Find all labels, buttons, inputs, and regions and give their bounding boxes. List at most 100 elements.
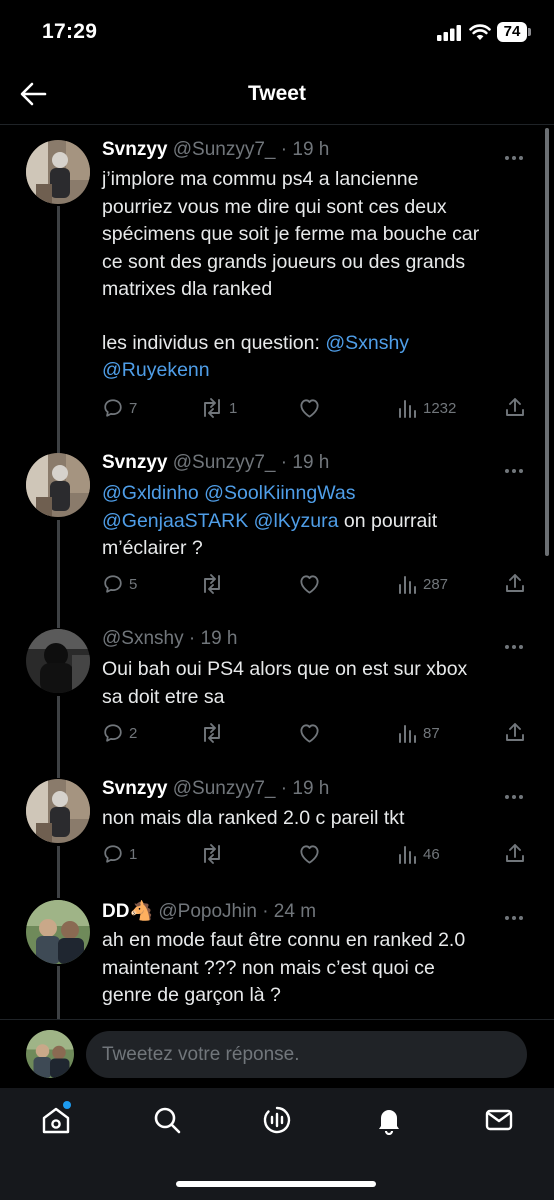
mention-link[interactable]: @Sxnshy xyxy=(325,332,409,354)
tweet-text: ah en mode faut être connu en ranked 2.0… xyxy=(102,927,522,1010)
reply-button[interactable]: 5 xyxy=(102,573,137,595)
share-button[interactable] xyxy=(504,721,526,743)
views-button[interactable]: 1232 xyxy=(398,397,456,419)
views-button[interactable]: 87 xyxy=(398,722,440,744)
views-icon xyxy=(399,725,416,743)
share-button[interactable] xyxy=(504,572,526,594)
thread-line xyxy=(57,520,60,628)
retweet-button[interactable] xyxy=(200,573,224,595)
tweet-header: @Sxnshy · 19 h xyxy=(102,628,237,650)
heart-icon xyxy=(300,724,319,743)
mention-link[interactable]: @GenjaaSTARK @lKyzura xyxy=(102,510,338,532)
thread-line xyxy=(57,696,60,778)
avatar[interactable] xyxy=(26,900,90,964)
tweet-line: les individus en question: @Sxnshy xyxy=(102,330,522,358)
notification-dot xyxy=(63,1101,71,1109)
tweet-line: sa doit etre sa xyxy=(102,685,225,708)
tweet-text: non mais dla ranked 2.0 c pareil tkt xyxy=(102,805,522,833)
home-indicator[interactable] xyxy=(176,1181,376,1187)
like-button[interactable] xyxy=(298,397,321,419)
reply-button[interactable]: 2 xyxy=(102,722,137,744)
retweet-button[interactable]: 1 xyxy=(200,397,237,419)
search-icon[interactable] xyxy=(152,1105,182,1135)
like-button[interactable] xyxy=(298,573,321,595)
views-button[interactable]: 46 xyxy=(398,843,440,865)
share-button[interactable] xyxy=(504,842,526,864)
display-name[interactable]: Svnzyy xyxy=(102,778,167,799)
user-handle[interactable]: @Sxnshy xyxy=(102,628,184,649)
reply-count: 7 xyxy=(129,399,138,417)
display-name[interactable]: Svnzyy xyxy=(102,139,167,160)
battery-icon: 74 xyxy=(497,22,531,42)
views-count: 46 xyxy=(423,845,440,863)
tweet-line: ce sont des grands joueurs ou des grands xyxy=(102,250,466,273)
notifications-icon[interactable] xyxy=(374,1105,404,1135)
tweet-line: Oui bah oui PS4 alors que on est sur xbo… xyxy=(102,658,468,680)
share-icon xyxy=(506,844,524,862)
messages-icon[interactable] xyxy=(484,1105,514,1135)
page-title: Tweet xyxy=(248,82,306,105)
avatar[interactable] xyxy=(26,629,90,693)
more-options-icon[interactable] xyxy=(505,147,527,160)
views-icon xyxy=(399,576,416,594)
retweet-button[interactable] xyxy=(200,722,224,744)
reply-button[interactable]: 7 xyxy=(102,397,137,419)
retweet-icon xyxy=(204,723,220,743)
display-name[interactable]: DD🐴 xyxy=(102,901,153,922)
timestamp: · 19 h xyxy=(280,778,330,799)
like-button[interactable] xyxy=(298,722,321,744)
reply-count: 5 xyxy=(129,575,138,593)
reply-button[interactable]: 1 xyxy=(102,843,137,865)
more-options-icon[interactable] xyxy=(505,460,527,473)
heart-icon xyxy=(300,845,319,864)
tweet-text: @Gxldinho @SoolKiinngWas @GenjaaSTARK @l… xyxy=(102,480,522,563)
wifi-icon xyxy=(469,24,491,40)
thread-line xyxy=(57,206,60,454)
battery-level: 74 xyxy=(503,23,521,40)
heart-icon xyxy=(300,575,319,594)
retweet-button[interactable] xyxy=(200,843,224,865)
more-options-icon[interactable] xyxy=(505,786,527,799)
timestamp: · 19 h xyxy=(188,628,238,649)
tweet-text: j’implore ma commu ps4 a lancienne pourr… xyxy=(102,166,522,385)
user-handle[interactable]: @PopoJhin xyxy=(158,901,257,922)
tweet-line: genre de garçon là ? xyxy=(102,984,281,1006)
cellular-signal-icon xyxy=(437,25,461,41)
avatar[interactable] xyxy=(26,453,90,517)
like-button[interactable] xyxy=(298,843,321,865)
mention-link[interactable]: @Ruyekenn xyxy=(102,359,210,381)
my-avatar[interactable] xyxy=(26,1030,74,1078)
views-icon xyxy=(399,400,416,418)
tweet-line: @GenjaaSTARK @lKyzura on pourrait xyxy=(102,508,522,536)
user-handle[interactable]: @Sunzyy7_ xyxy=(173,778,276,799)
avatar[interactable] xyxy=(26,779,90,843)
reply-icon xyxy=(104,724,122,742)
share-icon xyxy=(506,574,524,592)
views-button[interactable]: 287 xyxy=(398,573,448,595)
scrollbar[interactable] xyxy=(545,128,549,556)
reply-input[interactable]: Tweetez votre réponse. xyxy=(86,1031,527,1078)
avatar[interactable] xyxy=(26,140,90,204)
reply-icon xyxy=(104,399,122,417)
share-button[interactable] xyxy=(504,396,526,418)
thread-line xyxy=(57,966,60,1020)
retweet-icon xyxy=(204,574,220,594)
user-handle[interactable]: @Sunzyy7_ xyxy=(173,452,276,473)
retweet-icon xyxy=(204,844,220,864)
tweet-text-segment: les individus en question: xyxy=(102,331,326,354)
header-divider xyxy=(0,124,554,125)
more-options-icon[interactable] xyxy=(505,636,527,649)
home-icon[interactable] xyxy=(41,1105,71,1135)
tweet-line: non mais dla ranked 2.0 c pareil tkt xyxy=(102,807,405,829)
tweet-line: pourriez vous me dire qui sont ces deux xyxy=(102,195,447,218)
display-name[interactable]: Svnzyy xyxy=(102,452,167,473)
spaces-icon[interactable] xyxy=(262,1105,292,1135)
views-count: 87 xyxy=(423,724,440,742)
timestamp: · 24 m xyxy=(262,901,317,922)
user-handle[interactable]: @Sunzyy7_ xyxy=(173,139,276,160)
timestamp: · 19 h xyxy=(280,139,330,160)
timestamp: · 19 h xyxy=(280,452,330,473)
more-options-icon[interactable] xyxy=(505,907,527,920)
status-time: 17:29 xyxy=(42,20,98,43)
mention-link[interactable]: @Gxldinho @SoolKiinngWas xyxy=(102,480,522,508)
